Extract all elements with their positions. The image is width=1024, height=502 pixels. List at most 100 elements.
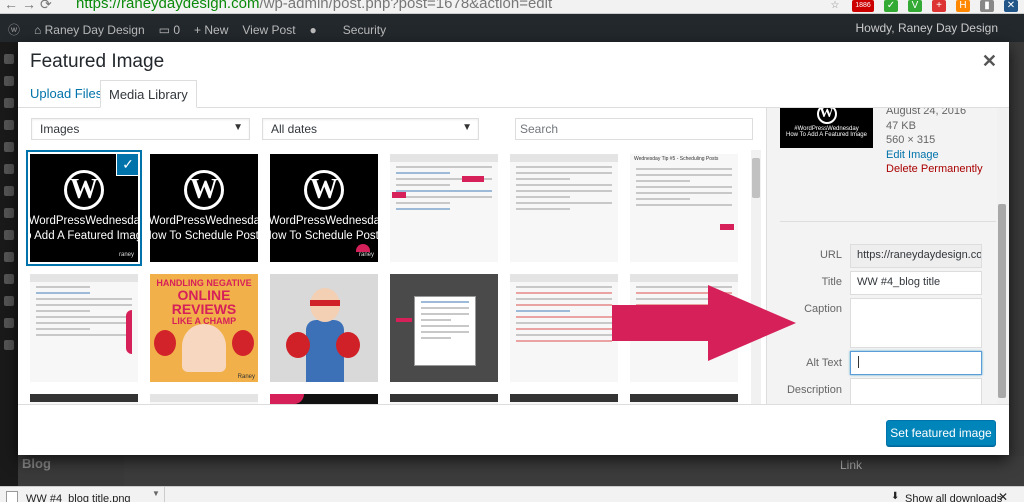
- attachment-thumbnail[interactable]: [30, 274, 138, 382]
- view-post-link[interactable]: View Post: [242, 23, 295, 37]
- attachment-thumbnail[interactable]: [390, 154, 498, 262]
- media-type-filter[interactable]: Images ▼: [31, 118, 250, 140]
- check-extension-icon[interactable]: ✓: [884, 0, 898, 12]
- set-featured-image-button[interactable]: Set featured image: [886, 420, 996, 446]
- menu-icon[interactable]: [4, 164, 14, 174]
- media-router-tabs: Upload Files Media Library: [18, 80, 1009, 108]
- screenshot-header: [390, 394, 498, 402]
- screenshot-line: [396, 184, 450, 186]
- plus-extension-icon[interactable]: +: [932, 0, 946, 12]
- close-icon[interactable]: ✕: [982, 51, 997, 72]
- leaf-extension-icon[interactable]: V: [908, 0, 922, 12]
- file-size: 47 KB: [886, 119, 916, 132]
- date-filter[interactable]: All dates ▼: [262, 118, 479, 140]
- search-input[interactable]: [515, 118, 753, 140]
- downloaded-file[interactable]: WW #4_blog title.png: [6, 491, 131, 502]
- screenshot-line: [421, 325, 469, 327]
- menu-icon[interactable]: [4, 142, 14, 152]
- show-all-downloads-link[interactable]: Show all downloads: [905, 493, 1002, 502]
- attachment-thumbnail[interactable]: HANDLING NEGATIVE ONLINE REVIEWS LIKE A …: [150, 274, 258, 382]
- attachment-thumbnail[interactable]: Wednesday Tip #5 - Scheduling Posts: [630, 154, 738, 262]
- arrow-annotation-icon: [462, 176, 484, 182]
- home-icon[interactable]: ⌂ Raney Day Design: [34, 23, 145, 37]
- screenshot-line: [516, 196, 570, 198]
- description-field[interactable]: [850, 378, 982, 404]
- screenshot-line: [36, 292, 90, 294]
- menu-icon[interactable]: [4, 120, 14, 130]
- menu-icon[interactable]: [4, 318, 14, 328]
- scrollbar-thumb[interactable]: [752, 158, 760, 198]
- title-label: Title: [821, 276, 842, 288]
- screenshot-line: [36, 310, 90, 312]
- caption-field[interactable]: [850, 298, 982, 348]
- screenshot-line: [421, 313, 469, 315]
- title-field[interactable]: WW #4_blog title: [850, 271, 982, 295]
- screenshot-line: [396, 166, 492, 168]
- tab-upload-files[interactable]: Upload Files: [22, 80, 110, 108]
- hubspot-extension-icon[interactable]: H: [956, 0, 970, 12]
- modal-title: Featured Image: [30, 51, 165, 72]
- selected-check-icon[interactable]: ✓: [117, 154, 138, 175]
- alt-text-label: Alt Text: [806, 357, 842, 369]
- attachment-thumbnail[interactable]: [390, 274, 498, 382]
- menu-icon[interactable]: [4, 54, 14, 64]
- person-extension-icon[interactable]: ✕: [1004, 0, 1018, 12]
- scrollbar-thumb[interactable]: [998, 204, 1006, 398]
- screenshot-header: [150, 394, 258, 402]
- attachment-thumbnail[interactable]: W #WordPressWednesday To Add A Featured …: [30, 154, 138, 262]
- tab-media-library[interactable]: Media Library: [100, 80, 197, 108]
- howdy-user-menu[interactable]: Howdy, Raney Day Design: [855, 21, 998, 35]
- star-icon[interactable]: ☆: [828, 0, 842, 12]
- close-icon[interactable]: ✕: [998, 490, 1008, 502]
- thumbnail-text: How To Add A Featured Image: [786, 132, 867, 138]
- screenshot-line: [636, 192, 732, 194]
- brand-text: Raney: [237, 374, 255, 380]
- edit-image-link[interactable]: Edit Image: [886, 148, 983, 163]
- menu-icon[interactable]: [4, 296, 14, 306]
- menu-icon[interactable]: [4, 98, 14, 108]
- screenshot-line: [516, 292, 612, 294]
- menu-icon[interactable]: [4, 76, 14, 86]
- attachment-thumbnail[interactable]: W #WordPressWednesday How To Schedule Po…: [270, 154, 378, 262]
- bookmark-extension-icon[interactable]: ▮: [980, 0, 994, 12]
- chevron-down-icon[interactable]: ▼: [152, 489, 160, 498]
- menu-icon[interactable]: [4, 340, 14, 350]
- attachment-thumbnail[interactable]: [510, 154, 618, 262]
- menu-icon[interactable]: [4, 274, 14, 284]
- alt-text-field[interactable]: ​: [850, 351, 982, 375]
- menu-icon[interactable]: [4, 186, 14, 196]
- divider: [780, 221, 996, 222]
- comments-count: 0: [173, 22, 181, 37]
- download-icon: ⬇: [891, 491, 900, 502]
- new-label[interactable]: New: [204, 23, 228, 37]
- extension-badge[interactable]: 1886: [852, 0, 874, 12]
- site-name[interactable]: Raney Day Design: [45, 23, 145, 37]
- new-menu[interactable]: + New: [194, 23, 228, 37]
- chevron-down-icon: ▼: [462, 122, 472, 133]
- attachment-thumbnail[interactable]: W #WordPressWednesday How To Schedule Po…: [150, 154, 258, 262]
- screenshot-line: [516, 334, 612, 336]
- screenshot-line: [36, 334, 132, 336]
- screenshot-header: [30, 274, 138, 282]
- arrow-annotation-icon: [720, 224, 734, 230]
- attachment-thumbnail[interactable]: [270, 274, 378, 382]
- menu-icon[interactable]: [4, 230, 14, 240]
- screenshot-line: [516, 184, 612, 186]
- menu-icon[interactable]: [4, 208, 14, 218]
- delete-permanently-link[interactable]: Delete Permanently: [886, 162, 983, 177]
- wordpress-logo-icon[interactable]: ⓦ: [8, 21, 20, 38]
- address-bar[interactable]: https://raneydaydesign.com/wp-admin/post…: [76, 0, 552, 12]
- date-filter-value: All dates: [271, 122, 318, 136]
- screenshot-line: [516, 190, 612, 192]
- nav-arrows-icon[interactable]: ←→⟳: [4, 0, 56, 13]
- url-field[interactable]: https://raneydaydesign.com: [850, 244, 982, 268]
- pink-shape: [270, 394, 304, 404]
- security-menu[interactable]: Security: [343, 23, 386, 37]
- sidebar-scrollbar[interactable]: [997, 108, 1007, 404]
- pointing-arrow-annotation-icon: [612, 285, 796, 361]
- menu-icon[interactable]: [4, 252, 14, 262]
- comments-icon[interactable]: ▭ 0: [159, 23, 180, 37]
- attachment-thumbnail[interactable]: [510, 274, 618, 382]
- url-host: https://raneydaydesign.com: [76, 0, 260, 12]
- upload-date: August 24, 2016: [886, 108, 967, 117]
